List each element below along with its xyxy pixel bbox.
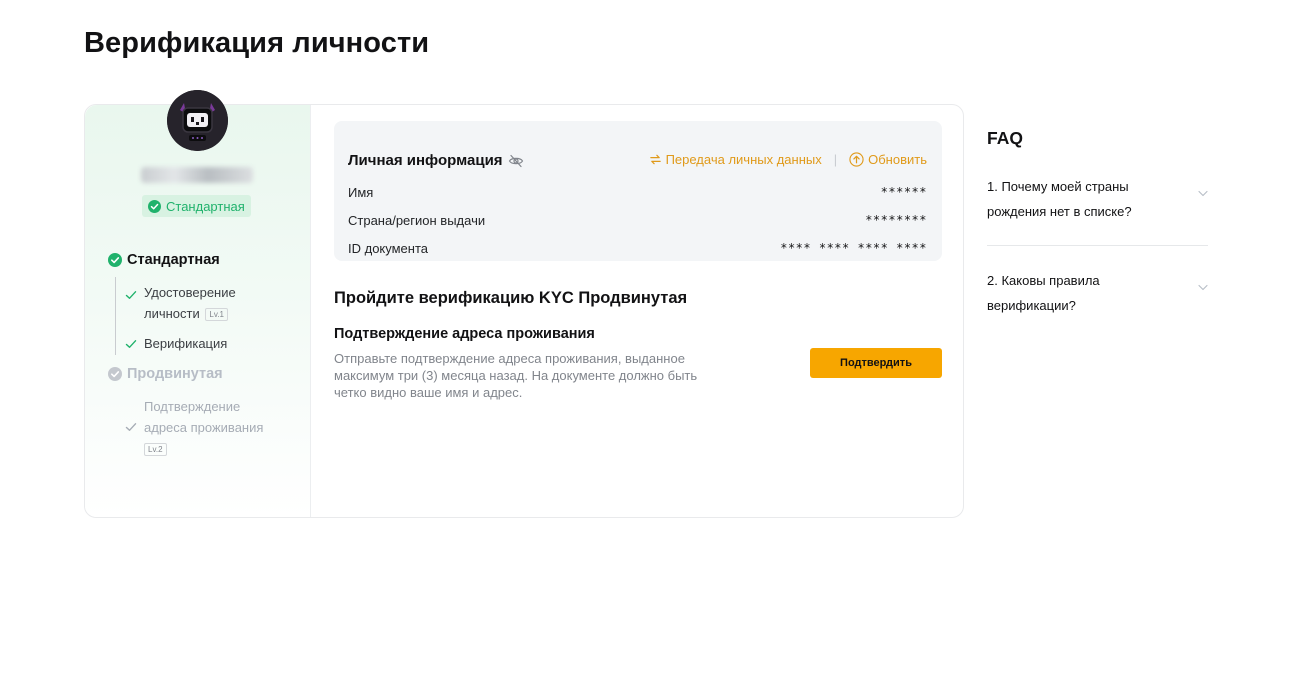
check-icon <box>125 291 137 299</box>
check-icon <box>125 340 137 348</box>
completed-check-icon <box>108 253 122 267</box>
avatar[interactable] <box>167 90 228 151</box>
verified-check-icon <box>148 199 161 213</box>
kyc-advanced-title: Пройдите верификацию KYC Продвинутая <box>334 289 688 307</box>
verification-card: Стандартная Стандартная Удостоверение ли… <box>84 90 964 518</box>
personal-info-title: Личная информация <box>348 152 503 169</box>
chevron-down-icon <box>1198 284 1208 291</box>
transfer-icon <box>649 154 661 165</box>
chevron-down-icon <box>1198 190 1208 197</box>
level-tag: Lv.1 <box>205 308 228 322</box>
substep-verification-label: Верификация <box>144 336 228 351</box>
info-value: ******** <box>865 213 927 227</box>
level-badge: Стандартная <box>142 195 251 217</box>
address-proof-title: Подтверждение адреса проживания <box>334 326 595 342</box>
transfer-data-label: Передача личных данных <box>665 152 822 167</box>
level-tag: Lv.2 <box>144 443 167 457</box>
info-label: ID документа <box>348 241 428 256</box>
info-value: ****** <box>880 185 927 199</box>
personal-info-panel: Личная информация Передача личных данных… <box>334 121 942 261</box>
info-row-document-id: ID документа **** **** **** **** <box>348 241 927 256</box>
info-value: **** **** **** **** <box>780 241 927 255</box>
substep-address: Подтверждение адреса проживания Lv.2 <box>125 396 274 459</box>
transfer-data-link[interactable]: Передача личных данных <box>649 152 822 167</box>
confirm-button[interactable]: Подтвердить <box>810 348 942 378</box>
step-standard: Стандартная <box>108 252 220 268</box>
avatar-robot-icon <box>167 90 228 151</box>
level-sidebar: Стандартная Стандартная Удостоверение ли… <box>85 90 311 517</box>
faq-divider <box>987 245 1208 246</box>
info-label: Имя <box>348 185 374 200</box>
personal-info-actions: Передача личных данных | Обновить <box>649 152 927 167</box>
check-icon <box>125 423 137 431</box>
upload-circle-icon <box>849 152 864 167</box>
level-badge-label: Стандартная <box>166 198 245 214</box>
step-advanced-label: Продвинутая <box>127 366 223 382</box>
actions-divider: | <box>833 152 838 167</box>
update-label: Обновить <box>868 152 927 167</box>
faq-question: 1. Почему моей страны рождения нет в спи… <box>987 179 1132 219</box>
eye-hidden-icon[interactable] <box>508 154 524 168</box>
info-label: Страна/регион выдачи <box>348 213 486 228</box>
page-title: Верификация личности <box>84 27 430 59</box>
info-row-name: Имя ****** <box>348 185 927 200</box>
faq-item[interactable]: 1. Почему моей страны рождения нет в спи… <box>987 174 1208 224</box>
substep-identity: Удостоверение личности Lv.1 <box>125 282 254 324</box>
address-proof-description: Отправьте подтверждение адреса проживани… <box>334 351 698 400</box>
step-connector-line <box>115 277 116 355</box>
step-advanced: Продвинутая <box>108 366 223 382</box>
faq-panel: FAQ 1. Почему моей страны рождения нет в… <box>987 128 1208 313</box>
info-row-country: Страна/регион выдачи ******** <box>348 213 927 228</box>
faq-title: FAQ <box>987 128 1023 148</box>
update-link[interactable]: Обновить <box>849 152 927 167</box>
substep-verification: Верификация <box>125 333 227 354</box>
faq-item[interactable]: 2. Каковы правила верификации? <box>987 268 1208 318</box>
substep-address-label: Подтверждение адреса проживания <box>144 399 264 435</box>
username-blurred <box>141 167 253 183</box>
pending-check-icon <box>108 367 122 381</box>
faq-question: 2. Каковы правила верификации? <box>987 273 1100 313</box>
step-standard-label: Стандартная <box>127 252 220 268</box>
